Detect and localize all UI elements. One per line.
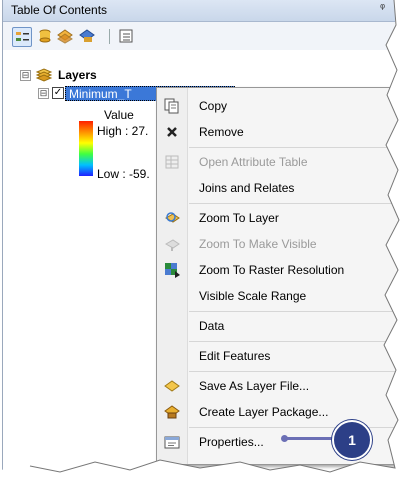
torn-edge-decoration (0, 0, 409, 485)
